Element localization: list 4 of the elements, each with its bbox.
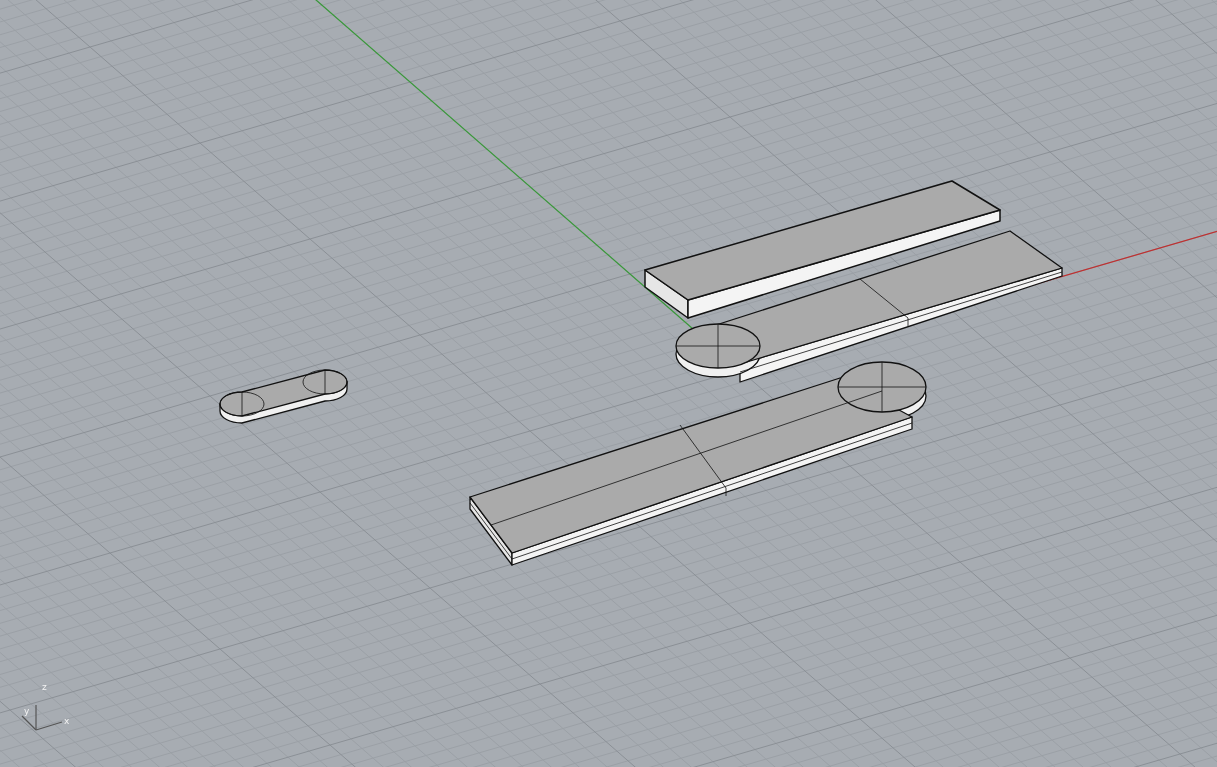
axis-label: y bbox=[24, 706, 30, 716]
axis-label: x bbox=[64, 716, 70, 726]
axis-gizmo-icon bbox=[21, 704, 63, 731]
axis-label: z bbox=[42, 682, 47, 692]
